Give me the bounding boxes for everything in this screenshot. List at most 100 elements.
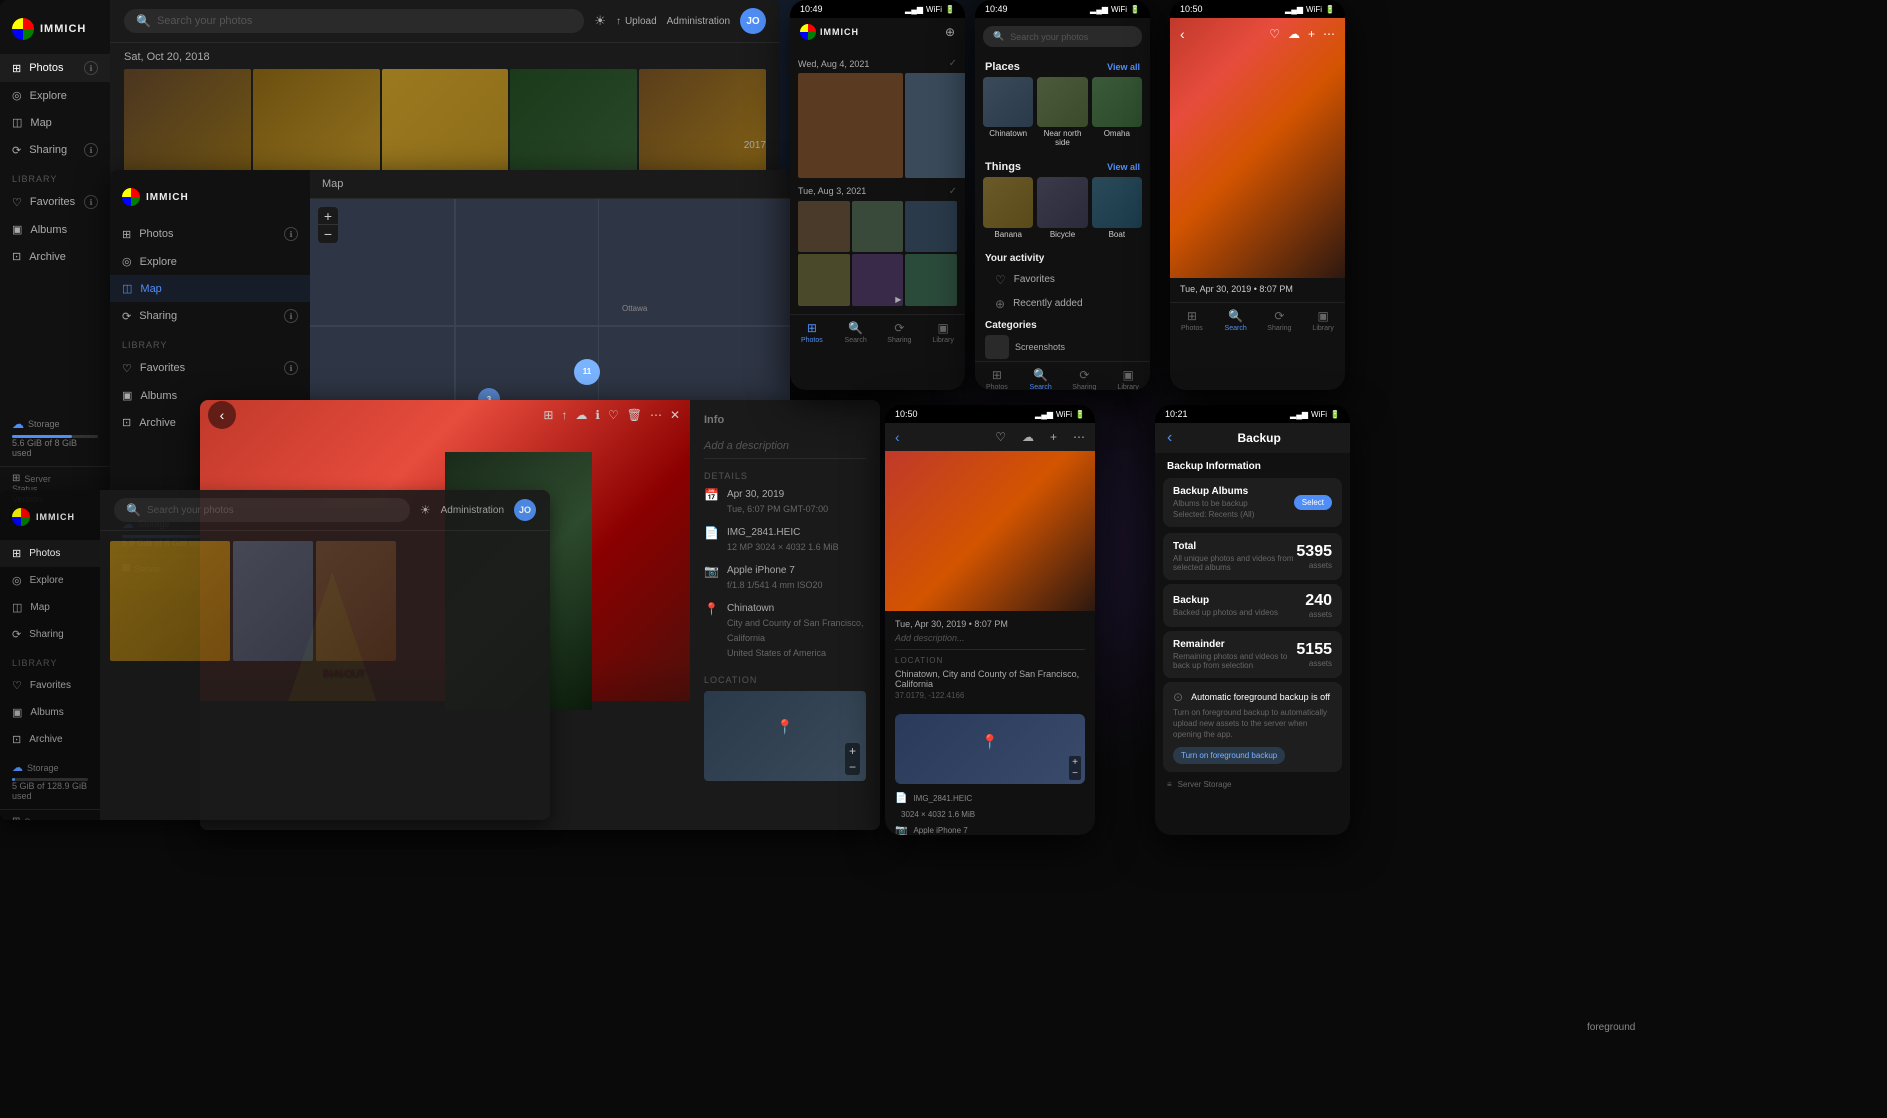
more-icon[interactable]: ⋯ [1073, 430, 1085, 444]
map-sidebar-explore[interactable]: ◎ Explore [110, 248, 310, 275]
activity-favorites[interactable]: ♡ Favorites [985, 268, 1140, 292]
photo-cell[interactable] [905, 254, 957, 306]
zoom-in-button[interactable]: + [318, 207, 338, 225]
d2-albums[interactable]: ▣ Albums [0, 699, 100, 726]
nav-search-3[interactable]: 🔍 Search [1214, 309, 1258, 332]
activity-recent[interactable]: ⊕ Recently added [985, 292, 1140, 316]
zoom-out-btn[interactable]: − [1072, 768, 1078, 779]
sun-icon[interactable]: ☀ [594, 13, 606, 29]
nav-photos-3[interactable]: ⊞ Photos [1170, 309, 1214, 332]
grid-icon[interactable]: ⊞ [543, 408, 553, 422]
thing-bicycle[interactable]: Bicycle [1037, 177, 1087, 238]
heart-icon[interactable]: ♡ [995, 430, 1006, 444]
nav-library-2[interactable]: ▣ Library [1106, 368, 1150, 390]
nav-search[interactable]: 🔍 Search [834, 321, 878, 344]
nav-search-2[interactable]: 🔍 Search [1019, 368, 1063, 390]
admin-button[interactable]: Administration [667, 16, 730, 27]
place-chinatown[interactable]: Chinatown [983, 77, 1033, 147]
nav-photos[interactable]: ⊞ Photos [790, 321, 834, 344]
archive-icon: ⊡ [12, 733, 21, 746]
phone-search-bar[interactable]: 🔍 Search your photos [983, 26, 1142, 47]
photo-cell[interactable] [905, 201, 957, 253]
cloud-icon[interactable]: ☁ [1288, 27, 1300, 41]
more-icon[interactable]: ⋯ [650, 408, 662, 422]
sidebar-item-photos[interactable]: ⊞ Photos ℹ [0, 54, 110, 82]
sidebar-item-archive[interactable]: ⊡ Archive [0, 243, 110, 270]
photo-cell[interactable] [852, 201, 904, 253]
sidebar-item-favorites[interactable]: ♡ Favorites ℹ [0, 188, 110, 216]
d2-sharing[interactable]: ⟳ Sharing [0, 621, 100, 648]
photo-cell[interactable] [905, 73, 965, 178]
mini-zoom-in[interactable]: + [845, 743, 860, 759]
sun-icon[interactable]: ☀ [420, 503, 431, 517]
photo-cell[interactable] [233, 541, 313, 661]
photo-cell[interactable] [316, 541, 396, 661]
place-north[interactable]: Near north side [1037, 77, 1087, 147]
d2-archive[interactable]: ⊡ Archive [0, 726, 100, 753]
map-sidebar-photos[interactable]: ⊞ Photos ℹ [110, 220, 310, 248]
sidebar-item-sharing[interactable]: ⟳ Sharing ℹ [0, 136, 110, 164]
upload-button[interactable]: ↑ Upload [616, 16, 657, 27]
backup-back-button[interactable]: ‹ [1167, 429, 1172, 447]
phone-action-icon[interactable]: ⊕ [945, 25, 955, 39]
photo-back-button[interactable]: ‹ [208, 401, 236, 429]
map-sidebar-favorites[interactable]: ♡ Favorites ℹ [110, 354, 310, 382]
heart-icon[interactable]: ♡ [608, 408, 619, 422]
mini-zoom-out[interactable]: − [845, 759, 860, 775]
photo-cell[interactable] [798, 201, 850, 253]
admin-button-2[interactable]: Administration [441, 505, 504, 516]
backup-select-button[interactable]: Select [1294, 495, 1332, 510]
nav-sharing-2[interactable]: ⟳ Sharing [1063, 368, 1107, 390]
description-input[interactable]: Add a description [704, 434, 866, 459]
photo-cell[interactable] [110, 541, 230, 661]
location-mini-map[interactable]: 📍 + − [704, 691, 866, 781]
more-icon[interactable]: ⋯ [1323, 27, 1335, 41]
nav-sharing-3[interactable]: ⟳ Sharing [1258, 309, 1302, 332]
share-icon[interactable]: ↑ [561, 408, 567, 422]
zoom-in-btn[interactable]: + [1072, 757, 1078, 768]
nav-library[interactable]: ▣ Library [921, 321, 965, 344]
cloud-icon[interactable]: ☁ [1022, 430, 1034, 444]
photo-cell[interactable] [798, 254, 850, 306]
battery-icon: 🔋 [1330, 410, 1340, 419]
back-icon[interactable]: ‹ [1180, 26, 1185, 42]
places-view-all[interactable]: View all [1107, 62, 1140, 72]
sharing-icon: ⟳ [1274, 309, 1284, 323]
search-box[interactable]: 🔍 Search your photos [124, 9, 584, 33]
add-icon[interactable]: + [1308, 27, 1315, 41]
nav-library-3[interactable]: ▣ Library [1301, 309, 1345, 332]
thing-boat[interactable]: Boat [1092, 177, 1142, 238]
map-sidebar-map[interactable]: ◫ Map [110, 275, 310, 302]
categories-item[interactable]: Screenshots [985, 335, 1140, 359]
sidebar-item-albums[interactable]: ▣ Albums [0, 216, 110, 243]
back-icon[interactable]: ‹ [895, 429, 900, 445]
phone-mini-map[interactable]: 📍 + − [895, 714, 1085, 784]
user-avatar[interactable]: JO [740, 8, 766, 34]
heart-icon[interactable]: ♡ [1269, 27, 1280, 41]
trash-icon[interactable]: 🗑 [627, 408, 642, 422]
d2-favorites[interactable]: ♡ Favorites [0, 672, 100, 699]
place-omaha[interactable]: Omaha [1092, 77, 1142, 147]
cloud-icon[interactable]: ☁ [575, 408, 587, 422]
map-cluster-2[interactable]: 11 [574, 359, 600, 385]
avatar-2[interactable]: JO [514, 499, 536, 521]
d2-photos[interactable]: ⊞ Photos [0, 540, 100, 567]
d2-explore[interactable]: ◎ Explore [0, 567, 100, 594]
close-icon[interactable]: ✕ [670, 408, 680, 422]
nav-photos-2[interactable]: ⊞ Photos [975, 368, 1019, 390]
photo-cell[interactable] [798, 73, 903, 178]
zoom-out-button[interactable]: − [318, 225, 338, 243]
map-sidebar-sharing[interactable]: ⟳ Sharing ℹ [110, 302, 310, 330]
detail-desc[interactable]: Add description... [895, 633, 1085, 650]
sidebar-item-explore[interactable]: ◎ Explore [0, 82, 110, 109]
fg-turn-on-button[interactable]: Turn on foreground backup [1173, 747, 1285, 764]
d2-map[interactable]: ◫ Map [0, 594, 100, 621]
things-view-all[interactable]: View all [1107, 162, 1140, 172]
info-icon[interactable]: ℹ [595, 408, 600, 422]
add-icon[interactable]: + [1050, 430, 1057, 444]
nav-sharing[interactable]: ⟳ Sharing [878, 321, 922, 344]
thing-banana[interactable]: Banana [983, 177, 1033, 238]
search-box-2[interactable]: 🔍 Search your photos [114, 498, 410, 522]
sidebar-item-map[interactable]: ◫ Map [0, 109, 110, 136]
photo-cell[interactable]: ▶ [852, 254, 904, 306]
